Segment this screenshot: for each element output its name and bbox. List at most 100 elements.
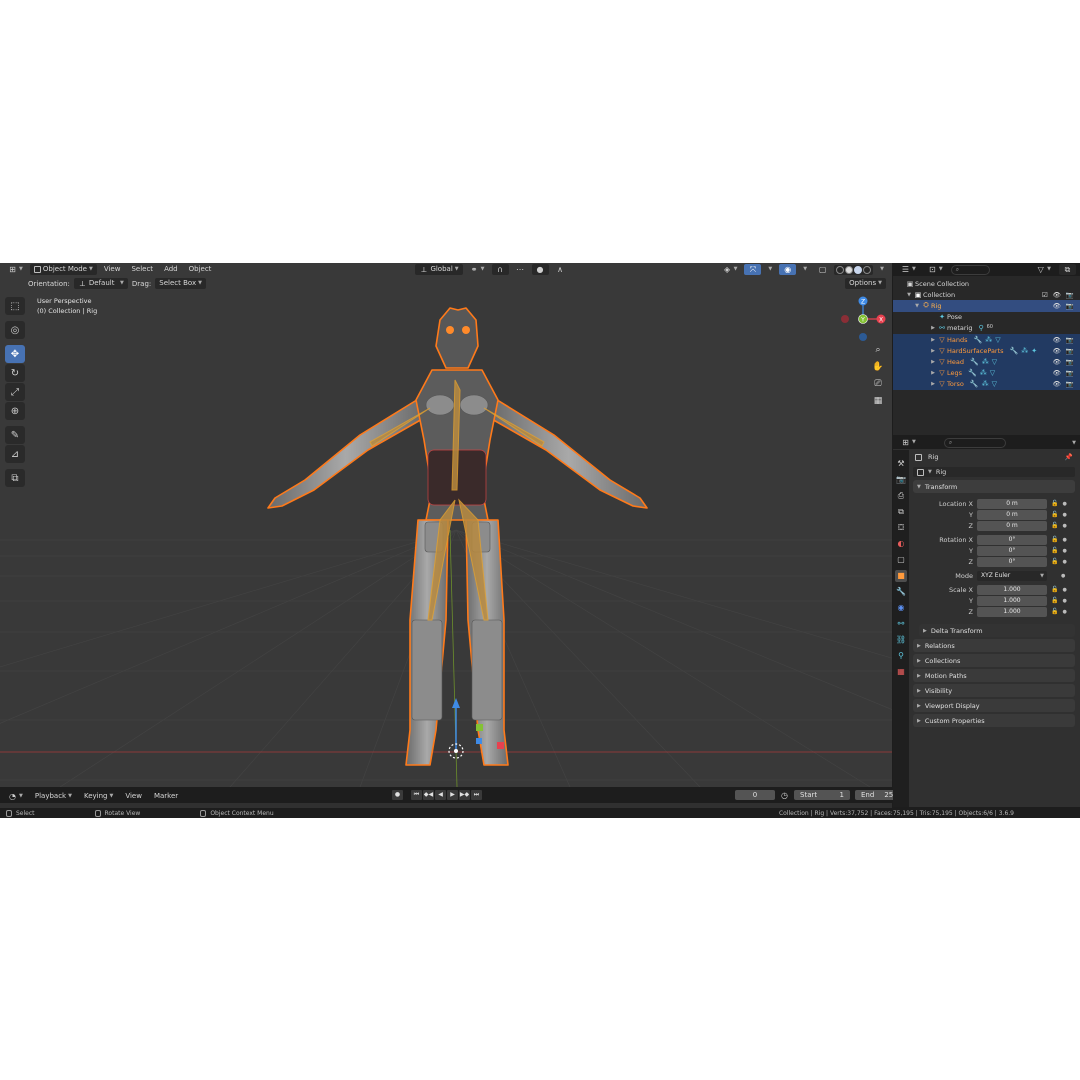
expand-triangle-icon[interactable]: ▶ — [929, 337, 937, 343]
editor-type-button[interactable]: ⊞ ▼ — [4, 264, 27, 275]
wireframe-shading-icon[interactable] — [836, 265, 845, 274]
filter-button[interactable]: ▽ ▼ — [1032, 264, 1055, 275]
tab-object-constraints[interactable]: ⛓ — [895, 634, 907, 646]
lock-icon[interactable]: 🔓 — [1051, 608, 1058, 615]
tab-render[interactable]: 📷 — [895, 474, 907, 486]
outliner-row-hands[interactable]: ▶ ▽ Hands 🔧 ⁂ ▽ 👁 📷 — [893, 333, 1080, 346]
object-mode-dropdown[interactable]: Object Mode ▼ — [29, 264, 97, 275]
object-name-field[interactable]: ▼ Rig — [913, 467, 1075, 477]
menu-timeline-view[interactable]: View — [121, 791, 146, 802]
outliner-row-torso[interactable]: ▶ ▽ Torso 🔧 ⁂ ▽ 👁 📷 — [893, 378, 1080, 390]
menu-view[interactable]: View — [100, 264, 125, 275]
menu-select[interactable]: Select — [127, 264, 157, 275]
gizmo-toggle[interactable]: ⤧ — [744, 264, 762, 275]
chevron-down-icon[interactable]: ▼ — [1072, 440, 1076, 446]
timeline-editor-type-button[interactable]: ◔ ▼ — [4, 791, 27, 802]
outliner-row-metarig[interactable]: ▶ ⚯ metarig ⚲ 60 — [893, 323, 1080, 334]
transform-panel-header[interactable]: ▼ Transform — [913, 480, 1075, 493]
eye-icon[interactable]: 👁 — [1053, 347, 1061, 355]
relations-panel-header[interactable]: ▶ Relations — [913, 639, 1075, 652]
outliner-row-head[interactable]: ▶ ▽ Head 🔧 ⁂ ▽ 👁 📷 — [893, 356, 1080, 368]
menu-object[interactable]: Object — [185, 264, 216, 275]
overlays-dropdown[interactable]: ▼ — [799, 264, 811, 275]
lock-icon[interactable]: 🔓 — [1051, 500, 1058, 507]
camera-icon[interactable]: 📷 — [1066, 336, 1074, 344]
play-button[interactable]: ▶ — [447, 790, 458, 800]
eye-icon[interactable]: 👁 — [1053, 302, 1061, 310]
falloff-button[interactable]: ∧ — [552, 264, 569, 275]
expand-triangle-icon[interactable]: ▼ — [905, 292, 913, 298]
scale-x-field[interactable]: 1.000 — [977, 584, 1047, 595]
drag-dropdown[interactable]: Select Box ▼ — [155, 278, 206, 289]
keyframe-dot-icon[interactable]: ● — [1062, 548, 1066, 554]
tab-modifiers[interactable]: 🔧 — [895, 586, 907, 598]
menu-marker[interactable]: Marker — [150, 791, 182, 802]
expand-triangle-icon[interactable]: ▶ — [929, 325, 937, 331]
outliner-row-legs[interactable]: ▶ ▽ Legs 🔧 ⁂ ▽ 👁 📷 — [893, 367, 1080, 379]
lock-icon[interactable]: 🔓 — [1051, 522, 1058, 529]
tab-object[interactable]: ■ — [895, 570, 907, 582]
location-z-field[interactable]: 0 m — [977, 520, 1047, 531]
overlays-toggle[interactable]: ◉ — [779, 264, 797, 275]
collections-panel-header[interactable]: ▶ Collections — [913, 654, 1075, 667]
rendered-shading-icon[interactable] — [863, 265, 872, 274]
outliner-editor-type-button[interactable]: ☰ ▼ — [897, 264, 920, 275]
transform-orientation-dropdown[interactable]: ⟂ Global ▼ — [415, 264, 463, 275]
outliner-row-scene-collection[interactable]: ▣ Scene Collection — [893, 278, 1080, 289]
outliner-search-input[interactable]: ⌕ — [950, 264, 991, 275]
outliner-row-collection[interactable]: ▼ ▣ Collection ☑ 👁 📷 — [893, 289, 1080, 300]
keyframe-dot-icon[interactable]: ● — [1062, 501, 1066, 507]
lock-icon[interactable]: 🔓 — [1051, 586, 1058, 593]
jump-start-button[interactable]: ⏮ — [411, 790, 422, 800]
location-y-field[interactable]: 0 m — [977, 509, 1047, 520]
menu-playback[interactable]: Playback ▼ — [31, 791, 76, 802]
tab-view-layer[interactable]: ⧉ — [895, 506, 907, 518]
projection-toggle-button[interactable]: ▦ — [871, 394, 885, 408]
menu-keying[interactable]: Keying ▼ — [80, 791, 117, 802]
camera-view-button[interactable]: ⎚ — [871, 377, 885, 391]
keyframe-dot-icon[interactable]: ● — [1062, 609, 1066, 615]
eye-icon[interactable]: 👁 — [1053, 369, 1061, 377]
expand-triangle-icon[interactable]: ▶ — [929, 359, 937, 365]
eye-icon[interactable]: 👁 — [1053, 380, 1061, 388]
scale-z-field[interactable]: 1.000 — [977, 606, 1047, 617]
custom-properties-panel-header[interactable]: ▶ Custom Properties — [913, 714, 1075, 727]
outliner-row-pose[interactable]: ✦ Pose — [893, 312, 1080, 323]
properties-editor-type-button[interactable]: ⊞ ▼ — [897, 437, 920, 448]
camera-icon[interactable]: 📷 — [1066, 358, 1074, 366]
lock-icon[interactable]: 🔓 — [1051, 547, 1058, 554]
rotation-mode-dropdown[interactable]: XYZ Euler ▼ — [977, 570, 1047, 581]
camera-icon[interactable]: 📷 — [1066, 380, 1074, 388]
menu-add[interactable]: Add — [160, 264, 182, 275]
keyframe-dot-icon[interactable]: ● — [1061, 573, 1065, 579]
expand-triangle-icon[interactable]: ▶ — [929, 381, 937, 387]
start-frame-field[interactable]: Start 1 — [794, 790, 850, 800]
properties-search-input[interactable]: ⌕ — [943, 437, 1006, 448]
record-button[interactable]: ● — [392, 790, 403, 800]
material-preview-icon[interactable] — [854, 265, 863, 274]
tab-output[interactable]: ⎙ — [895, 490, 907, 502]
keyframe-dot-icon[interactable]: ● — [1062, 512, 1066, 518]
tab-collection[interactable]: ▢ — [895, 554, 907, 566]
measure-tool[interactable]: ⊿ — [5, 445, 25, 463]
lock-icon[interactable]: 🔓 — [1051, 511, 1058, 518]
navigation-gizmo[interactable]: Z X Y — [838, 295, 888, 345]
gizmo-dropdown[interactable]: ▼ — [764, 264, 776, 275]
current-frame-field[interactable]: 0 — [735, 790, 775, 800]
eye-icon[interactable]: 👁 — [1053, 336, 1061, 344]
tab-world[interactable]: ◐ — [895, 538, 907, 550]
tab-texture[interactable]: ▦ — [895, 666, 907, 678]
tab-tool[interactable]: ⚒ — [895, 458, 907, 470]
shading-dropdown[interactable]: ▼ — [876, 264, 888, 275]
expand-triangle-icon[interactable]: ▶ — [929, 370, 937, 376]
pivot-point-button[interactable]: ⚭ ▼ — [466, 264, 489, 275]
viewport-scene[interactable] — [0, 290, 892, 787]
keyframe-dot-icon[interactable]: ● — [1062, 587, 1066, 593]
xray-toggle[interactable]: ▢ — [814, 264, 831, 275]
rotate-tool[interactable]: ↻ — [5, 364, 25, 382]
keyframe-dot-icon[interactable]: ● — [1062, 537, 1066, 543]
rotation-y-field[interactable]: 0° — [977, 545, 1047, 556]
camera-icon[interactable]: 📷 — [1066, 302, 1074, 310]
expand-triangle-icon[interactable]: ▶ — [929, 348, 937, 354]
outliner-row-hardsurfaceparts[interactable]: ▶ ▽ HardSurfaceParts 🔧 ⁂ ✦ 👁 📷 — [893, 345, 1080, 357]
